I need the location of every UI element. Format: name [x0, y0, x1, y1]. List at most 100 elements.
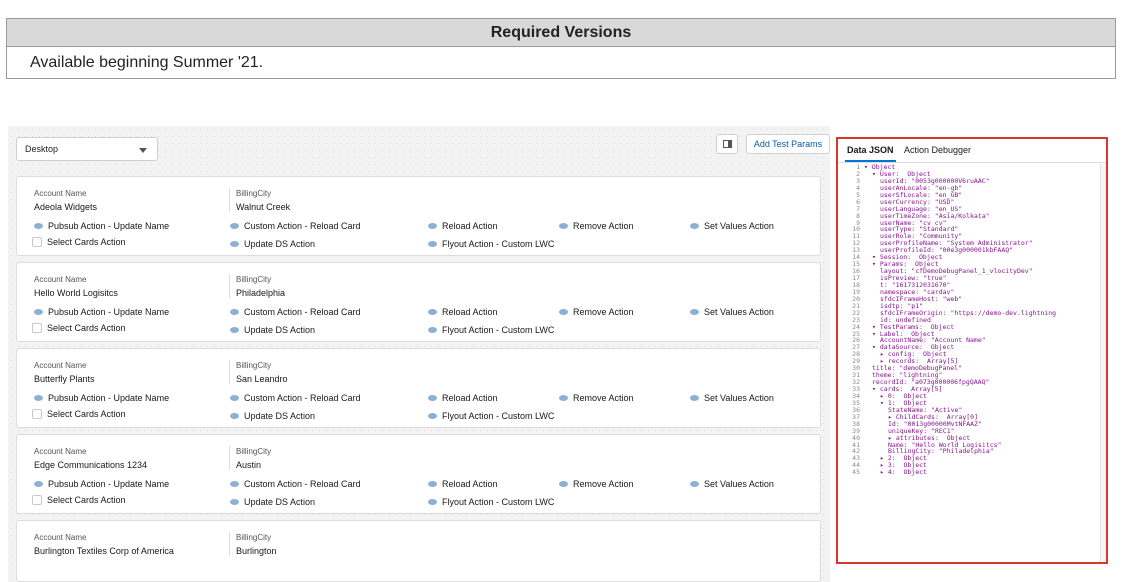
field-divider	[229, 532, 230, 556]
line-number: 23	[852, 315, 860, 324]
field-value: Hello World Logisitcs	[34, 288, 118, 298]
card-action-button[interactable]: Set Values Action	[690, 221, 774, 231]
card-action-button[interactable]: Update DS Action	[230, 497, 315, 507]
line-number: 21	[852, 301, 860, 310]
record-card: Account Name Edge Communications 1234 Bill…	[16, 434, 821, 514]
line-number: 34	[852, 391, 860, 400]
field-label: BillingCity	[236, 361, 272, 370]
action-label: Remove Action	[573, 221, 634, 231]
action-label: Reload Action	[442, 479, 498, 489]
action-icon	[690, 223, 699, 229]
action-label: Remove Action	[573, 307, 634, 317]
card-action-button[interactable]: Custom Action - Reload Card	[230, 221, 361, 231]
action-label: Update DS Action	[244, 325, 316, 335]
card-action-button[interactable]: Flyout Action - Custom LWC	[428, 325, 554, 335]
card-action-button[interactable]: Reload Action	[428, 307, 498, 317]
field-label: BillingCity	[236, 275, 272, 284]
line-number: 39	[852, 426, 860, 435]
line-number: 45	[852, 468, 860, 477]
action-icon	[559, 309, 568, 315]
card-action-button[interactable]: Update DS Action	[230, 325, 315, 335]
card-action-button[interactable]: Remove Action	[559, 221, 634, 231]
line-number: 6	[856, 197, 860, 206]
action-icon	[428, 395, 437, 401]
card-action-button[interactable]: Set Values Action	[690, 393, 774, 403]
action-label: Flyout Action - Custom LWC	[442, 239, 555, 249]
card-action-button[interactable]: Reload Action	[428, 221, 498, 231]
account-name-field: Account Name Edge Communications 1234	[34, 447, 147, 470]
card-action-button[interactable]: Custom Action - Reload Card	[230, 307, 361, 317]
action-icon	[230, 395, 239, 401]
action-label: Pubsub Action - Update Name	[48, 393, 170, 403]
line-number: 19	[852, 287, 860, 296]
field-divider	[229, 360, 230, 384]
card-action-button[interactable]: Reload Action	[428, 393, 498, 403]
add-test-params-button[interactable]: Add Test Params	[746, 134, 830, 154]
tab-action-debugger[interactable]: Action Debugger	[904, 145, 971, 155]
action-label: Custom Action - Reload Card	[244, 307, 361, 317]
json-line: 45 ▸ 4: Object	[838, 469, 1100, 476]
line-number: 18	[852, 280, 860, 289]
field-value: Austin	[236, 460, 262, 470]
account-name-field: Account Name Adeola Widgets	[34, 189, 97, 212]
line-number: 26	[852, 336, 860, 345]
card-action-button[interactable]: Custom Action - Reload Card	[230, 479, 361, 489]
card-action-button[interactable]: Reload Action	[428, 479, 498, 489]
device-select[interactable]: Desktop	[16, 137, 158, 161]
select-cards-checkbox[interactable]: Select Cards Action	[32, 323, 126, 333]
card-action-button[interactable]: Pubsub Action - Update Name	[34, 479, 169, 489]
billing-city-field: BillingCity Philadelphia	[236, 275, 285, 298]
line-number: 1	[856, 164, 860, 171]
card-action-button[interactable]: Remove Action	[559, 393, 634, 403]
line-number: 20	[852, 294, 860, 303]
select-cards-checkbox[interactable]: Select Cards Action	[32, 237, 126, 247]
card-action-button[interactable]: Update DS Action	[230, 411, 315, 421]
field-label: BillingCity	[236, 189, 272, 198]
action-icon	[559, 481, 568, 487]
action-icon	[428, 481, 437, 487]
line-number: 27	[852, 343, 860, 352]
line-number: 14	[852, 253, 860, 262]
action-icon	[428, 223, 437, 229]
action-icon	[428, 241, 437, 247]
action-icon	[428, 499, 437, 505]
card-action-button[interactable]: Flyout Action - Custom LWC	[428, 411, 554, 421]
card-action-button[interactable]: Set Values Action	[690, 479, 774, 489]
line-number: 5	[856, 190, 860, 199]
json-line-text: ▸ 4: Object	[880, 468, 927, 477]
action-label: Update DS Action	[244, 497, 316, 507]
select-cards-checkbox[interactable]: Select Cards Action	[32, 495, 126, 505]
card-action-button[interactable]: Set Values Action	[690, 307, 774, 317]
preview-panel: Desktop Add Test Params Account Name Adeo…	[8, 126, 830, 582]
line-number: 24	[852, 322, 860, 331]
action-icon	[230, 241, 239, 247]
card-action-button[interactable]: Remove Action	[559, 307, 634, 317]
tab-data-json[interactable]: Data JSON	[845, 145, 896, 162]
card-action-button[interactable]: Pubsub Action - Update Name	[34, 221, 169, 231]
line-number: 33	[852, 385, 860, 393]
line-number: 9	[856, 218, 860, 227]
card-action-button[interactable]: Pubsub Action - Update Name	[34, 393, 169, 403]
field-value: Burlington	[236, 546, 277, 556]
scrollbar[interactable]	[1100, 164, 1106, 562]
checkbox-icon	[32, 409, 42, 419]
checkbox-icon	[32, 237, 42, 247]
action-label: Pubsub Action - Update Name	[48, 221, 170, 231]
card-action-button[interactable]: Update DS Action	[230, 239, 315, 249]
checkbox-label: Select Cards Action	[47, 237, 126, 247]
line-number: 42	[852, 447, 860, 456]
select-cards-checkbox[interactable]: Select Cards Action	[32, 409, 126, 419]
panel-toggle-button[interactable]	[716, 134, 738, 154]
field-divider	[229, 274, 230, 298]
billing-city-field: BillingCity Burlington	[236, 533, 277, 556]
card-action-button[interactable]: Custom Action - Reload Card	[230, 393, 361, 403]
card-action-button[interactable]: Remove Action	[559, 479, 634, 489]
line-number: 4	[856, 183, 860, 192]
action-icon	[34, 481, 43, 487]
card-action-button[interactable]: Flyout Action - Custom LWC	[428, 497, 554, 507]
action-label: Pubsub Action - Update Name	[48, 307, 170, 317]
card-action-button[interactable]: Pubsub Action - Update Name	[34, 307, 169, 317]
card-action-button[interactable]: Flyout Action - Custom LWC	[428, 239, 554, 249]
billing-city-field: BillingCity Austin	[236, 447, 271, 470]
action-label: Set Values Action	[704, 221, 774, 231]
